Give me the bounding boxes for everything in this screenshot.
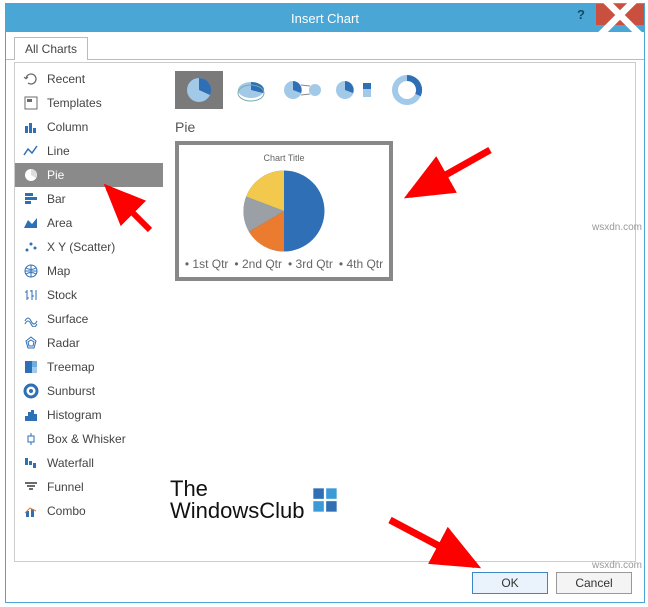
sidebar-item-label: X Y (Scatter): [47, 240, 115, 254]
sidebar-item-boxwhisker[interactable]: Box & Whisker: [15, 427, 163, 451]
sidebar-item-label: Surface: [47, 312, 88, 326]
sidebar-item-label: Line: [47, 144, 70, 158]
watermark-text: The: [170, 478, 305, 500]
watermark-text: WindowsClub: [170, 500, 305, 522]
sidebar-item-sunburst[interactable]: Sunburst: [15, 379, 163, 403]
sidebar-item-label: Area: [47, 216, 72, 230]
bar-icon: [23, 191, 39, 207]
pie-subtype-row: [175, 71, 623, 109]
treemap-icon: [23, 359, 39, 375]
templates-icon: [23, 95, 39, 111]
subtype-label: Pie: [175, 119, 623, 135]
watermark: The WindowsClub: [170, 478, 339, 522]
sidebar-item-label: Templates: [47, 96, 102, 110]
sidebar-item-label: Histogram: [47, 408, 102, 422]
stock-icon: [23, 287, 39, 303]
sidebar-item-label: Box & Whisker: [47, 432, 126, 446]
preview-chart-title: Chart Title: [263, 153, 304, 163]
preview-pie-icon: [239, 166, 329, 256]
sidebar-item-funnel[interactable]: Funnel: [15, 475, 163, 499]
recent-icon: [23, 71, 39, 87]
sidebar-item-label: Waterfall: [47, 456, 94, 470]
chart-category-list: Recent Templates Column Line Pie Bar Are…: [15, 63, 163, 561]
radar-icon: [23, 335, 39, 351]
dialog-footer: OK Cancel: [472, 572, 632, 594]
windowsclub-logo-icon: [311, 486, 339, 514]
sidebar-item-line[interactable]: Line: [15, 139, 163, 163]
column-icon: [23, 119, 39, 135]
help-button[interactable]: ?: [566, 4, 596, 25]
titlebar: Insert Chart ?: [6, 4, 644, 32]
sidebar-item-map[interactable]: Map: [15, 259, 163, 283]
subtype-pie-3d[interactable]: [227, 71, 275, 109]
sidebar-item-label: Recent: [47, 72, 85, 86]
sidebar-item-recent[interactable]: Recent: [15, 67, 163, 91]
preview-legend: 1st Qtr 2nd Qtr 3rd Qtr 4th Qtr: [185, 257, 383, 271]
sidebar-item-label: Bar: [47, 192, 66, 206]
histogram-icon: [23, 407, 39, 423]
cancel-button[interactable]: Cancel: [556, 572, 632, 594]
pie-icon: [23, 167, 39, 183]
sidebar-item-stock[interactable]: Stock: [15, 283, 163, 307]
sidebar-item-combo[interactable]: Combo: [15, 499, 163, 523]
close-button[interactable]: [596, 4, 644, 25]
sidebar-item-label: Pie: [47, 168, 64, 182]
sidebar-item-label: Combo: [47, 504, 86, 518]
sidebar-item-pie[interactable]: Pie: [15, 163, 163, 187]
area-icon: [23, 215, 39, 231]
sidebar-item-label: Radar: [47, 336, 80, 350]
sidebar-item-treemap[interactable]: Treemap: [15, 355, 163, 379]
sidebar-item-bar[interactable]: Bar: [15, 187, 163, 211]
map-icon: [23, 263, 39, 279]
sidebar-item-label: Column: [47, 120, 88, 134]
sidebar-item-label: Funnel: [47, 480, 84, 494]
funnel-icon: [23, 479, 39, 495]
combo-icon: [23, 503, 39, 519]
ok-button[interactable]: OK: [472, 572, 548, 594]
sidebar-item-label: Map: [47, 264, 70, 278]
sidebar-item-waterfall[interactable]: Waterfall: [15, 451, 163, 475]
sidebar-item-label: Treemap: [47, 360, 95, 374]
subtype-pie[interactable]: [175, 71, 223, 109]
sidebar-item-label: Stock: [47, 288, 77, 302]
sidebar-item-histogram[interactable]: Histogram: [15, 403, 163, 427]
sidebar-item-surface[interactable]: Surface: [15, 307, 163, 331]
sidebar-item-radar[interactable]: Radar: [15, 331, 163, 355]
waterfall-icon: [23, 455, 39, 471]
subtype-pie-of-pie[interactable]: [279, 71, 327, 109]
sidebar-item-label: Sunburst: [47, 384, 95, 398]
sidebar-item-column[interactable]: Column: [15, 115, 163, 139]
surface-icon: [23, 311, 39, 327]
sunburst-icon: [23, 383, 39, 399]
subtype-doughnut[interactable]: [383, 71, 431, 109]
boxwhisker-icon: [23, 431, 39, 447]
sidebar-item-area[interactable]: Area: [15, 211, 163, 235]
sidebar-item-scatter[interactable]: X Y (Scatter): [15, 235, 163, 259]
subtype-bar-of-pie[interactable]: [331, 71, 379, 109]
scatter-icon: [23, 239, 39, 255]
tab-all-charts[interactable]: All Charts: [14, 37, 88, 60]
credit-text: wsxdn.com: [592, 222, 642, 233]
line-icon: [23, 143, 39, 159]
credit-text: wsxdn.com: [592, 560, 642, 571]
chart-preview[interactable]: Chart Title 1st Qtr 2nd Qtr 3rd Qtr 4th …: [175, 141, 393, 281]
dialog-title: Insert Chart: [291, 11, 359, 26]
sidebar-item-templates[interactable]: Templates: [15, 91, 163, 115]
tabstrip: All Charts: [6, 36, 644, 60]
